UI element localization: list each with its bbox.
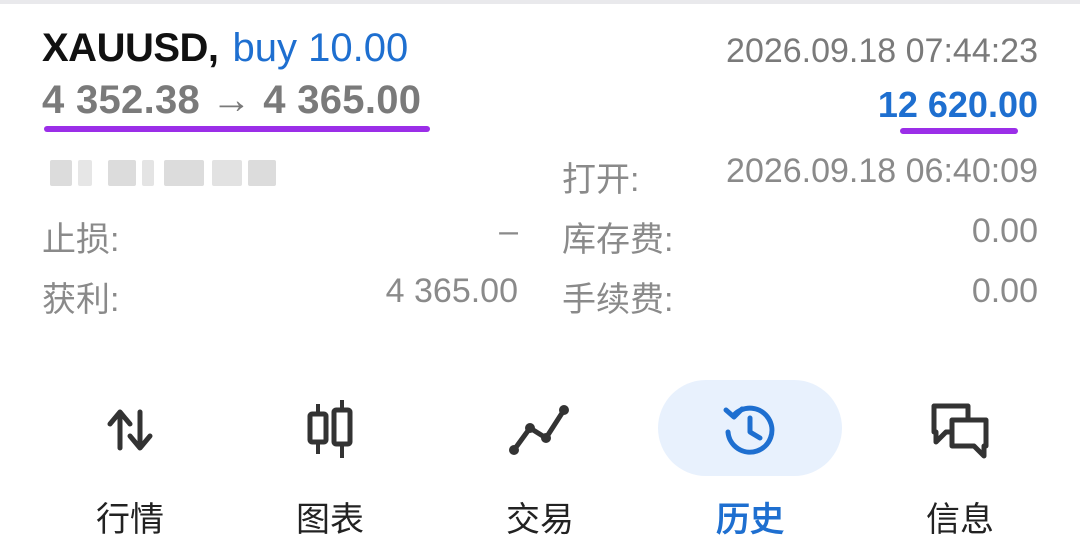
redacted-comment [50, 154, 276, 192]
take-profit-value: 4 365.00 [385, 272, 518, 310]
nav-item-messages[interactable]: 信息 [860, 370, 1060, 558]
nav-item-trade[interactable]: 交易 [440, 370, 640, 558]
stop-loss-label: 止损: [42, 221, 120, 259]
nav-item-charts[interactable]: 图表 [230, 370, 430, 558]
prices-highlight-underline [44, 126, 430, 132]
open-time-value: 2026.09.18 06:40:09 [726, 152, 1038, 190]
profit-total: 12 620.00 [877, 84, 1038, 125]
open-time-label: 打开: [562, 161, 640, 199]
history-clock-icon [723, 405, 775, 455]
nav-label: 图表 [296, 501, 364, 539]
candlestick-icon [307, 400, 353, 458]
nav-label: 交易 [506, 501, 574, 539]
swap-label: 库存费: [562, 221, 674, 259]
profit-highlight-underline [900, 128, 1018, 134]
commission-label: 手续费: [562, 281, 674, 319]
bottom-navigation: 行情 图表 交易 历史 信息 [0, 370, 1080, 558]
deal-side-volume: buy 10.00 [232, 26, 409, 70]
nav-item-history[interactable]: 历史 [650, 370, 850, 558]
symbol-name: XAUUSD, [42, 26, 219, 70]
nav-label: 信息 [926, 501, 994, 539]
trend-line-icon [509, 405, 569, 455]
open-close-prices: 4 352.38 → 4 365.00 [42, 78, 422, 122]
stop-loss-value: – [499, 212, 518, 250]
nav-item-quotes[interactable]: 行情 [30, 370, 230, 558]
close-time: 2026.09.18 07:44:23 [726, 32, 1038, 70]
commission-value: 0.00 [971, 272, 1038, 310]
swap-value: 0.00 [971, 212, 1038, 250]
nav-label: 行情 [96, 501, 164, 539]
deal-header[interactable]: XAUUSD, buy 10.00 [42, 26, 408, 76]
take-profit-label: 获利: [42, 281, 120, 319]
chat-bubbles-icon [931, 403, 989, 459]
nav-label: 历史 [716, 501, 784, 539]
top-divider [0, 0, 1080, 4]
arrows-updown-icon [107, 409, 153, 451]
